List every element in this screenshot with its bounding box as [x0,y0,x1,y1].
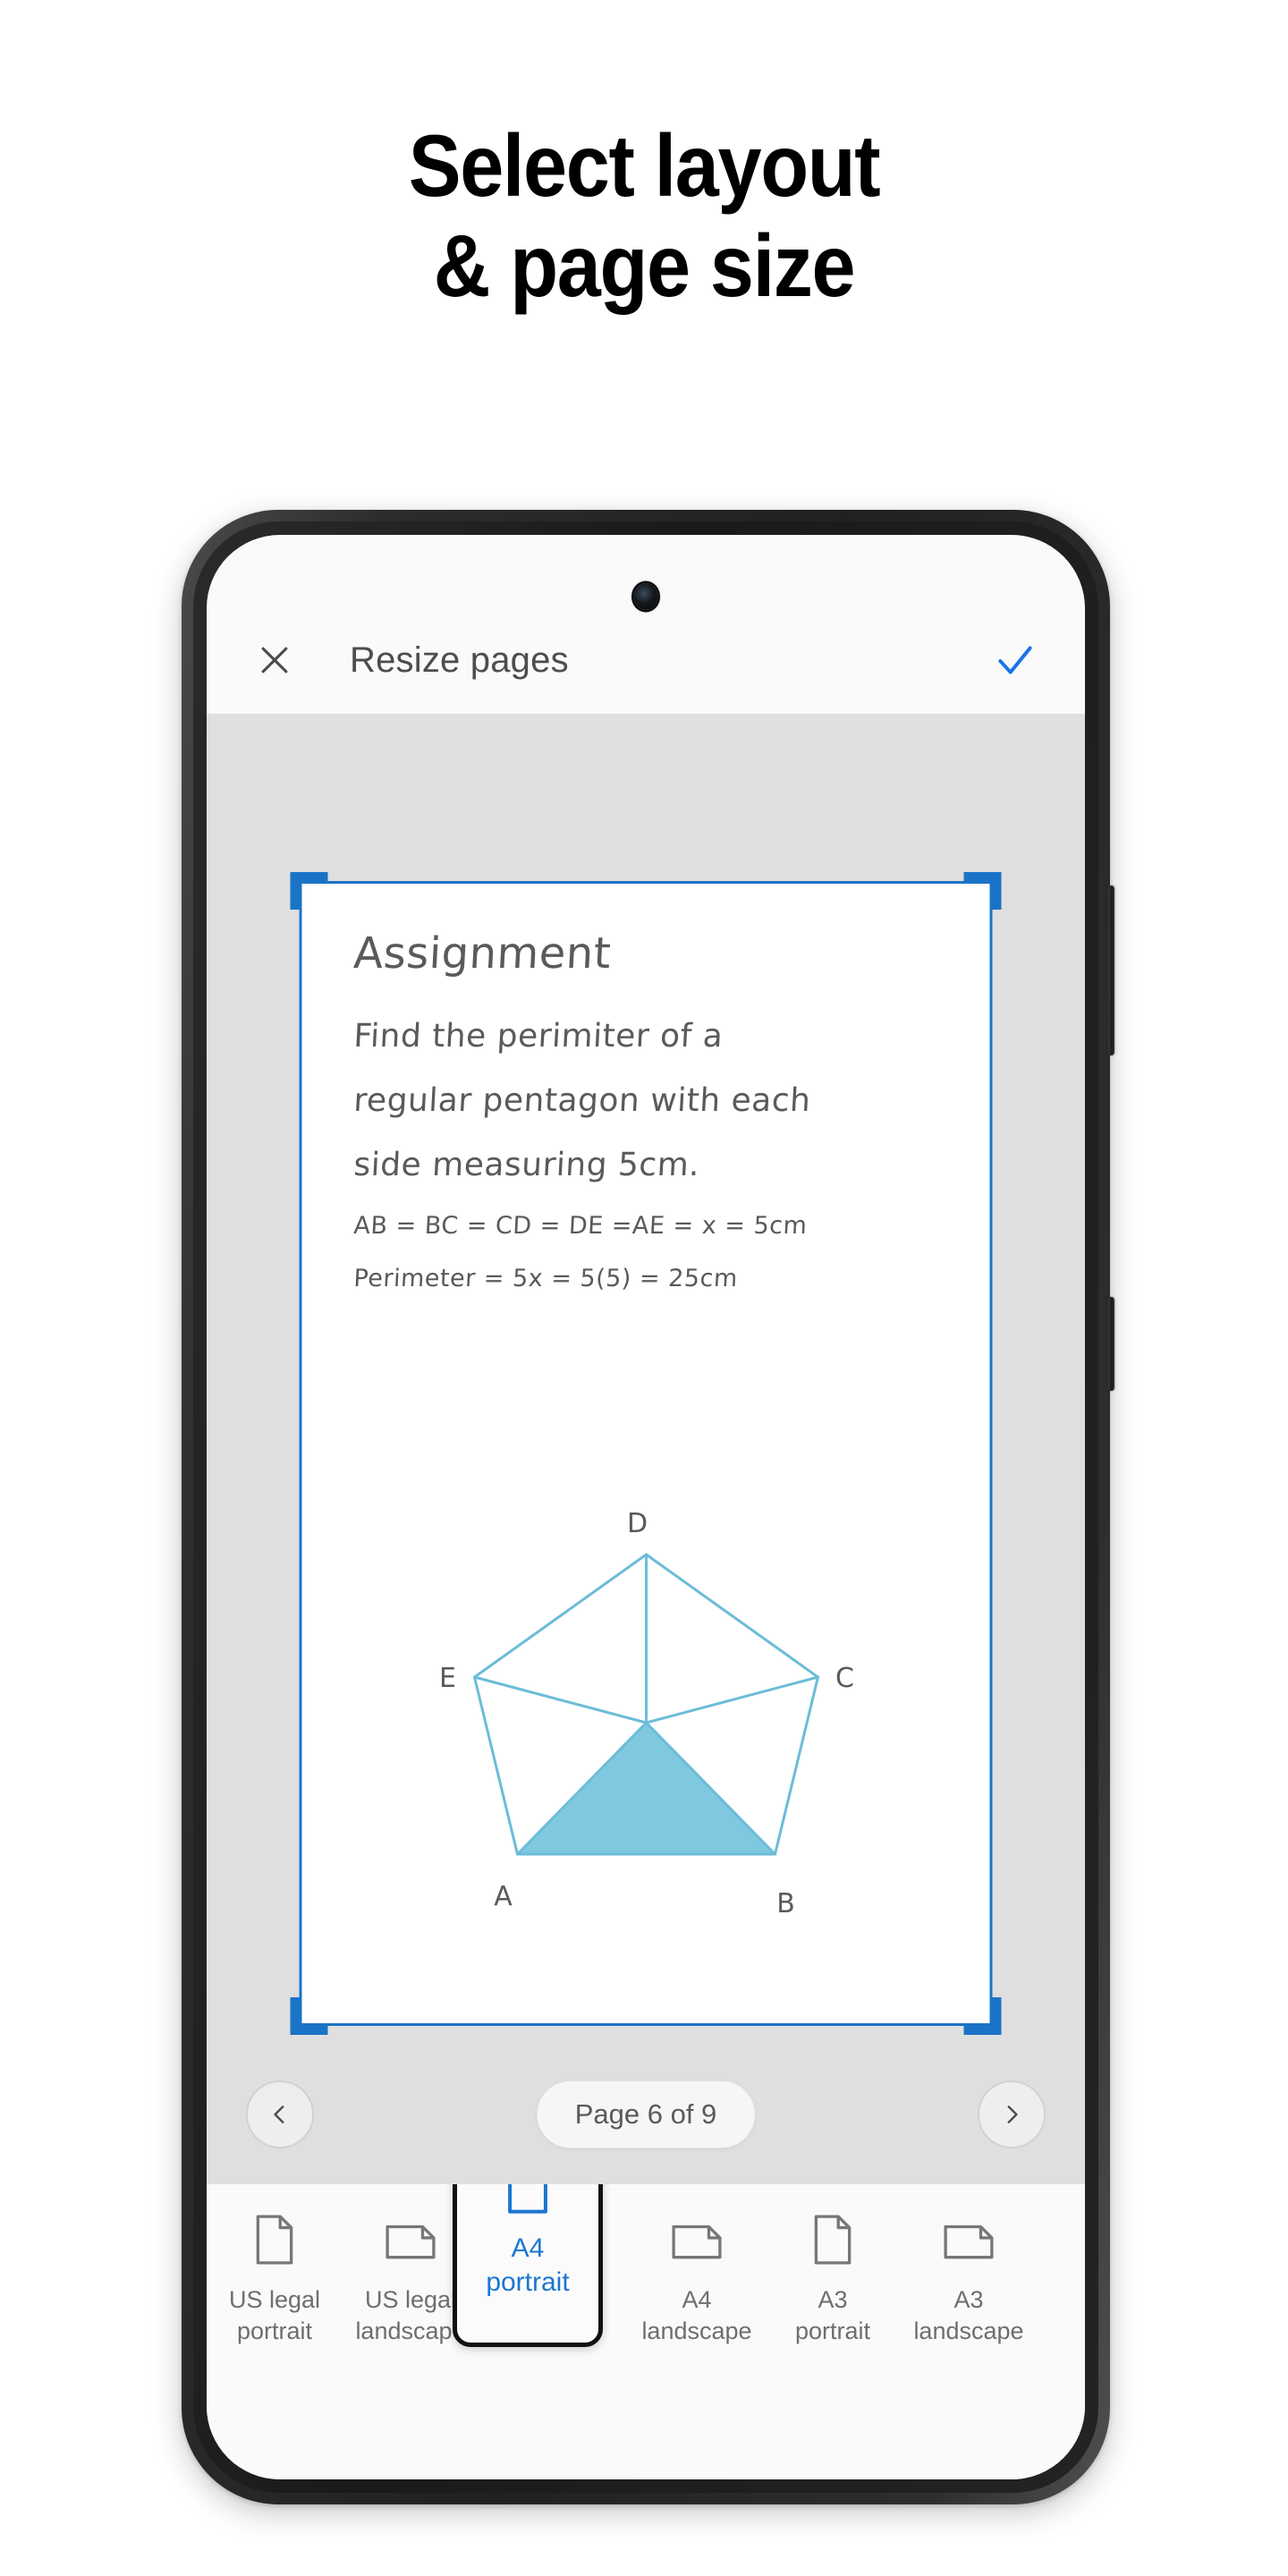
page-title: Select layout & page size [64,116,1224,316]
chevron-right-icon[interactable] [978,2080,1046,2148]
format-selector-bar[interactable]: US legal portrait US legal landscape A4 … [207,2184,1085,2479]
pentagon-figure: D E C A B [431,1501,860,1930]
document-content: Assignment Find the perimiter of a regul… [352,928,947,1319]
document-equation: AB = BC = CD = DE =AE = x = 5cm [352,1211,809,1240]
power-button[interactable] [1108,1297,1114,1391]
check-icon[interactable] [988,633,1042,687]
document-landscape-icon [943,2207,995,2272]
vertex-label-e: E [439,1663,456,1694]
format-option-label: A3 portrait [794,2286,871,2344]
crop-handle-top-left[interactable] [290,872,328,910]
format-option-label: A4 landscape [641,2286,752,2344]
document-equation: Perimeter = 5x = 5(5) = 25cm [352,1264,739,1292]
document-paragraph-line: Find the perimiter of a [352,1017,724,1055]
volume-rocker-button[interactable] [1108,886,1114,1055]
vertex-label-c: C [835,1663,854,1694]
app-toolbar: Resize pages [207,606,1085,714]
page-preview-canvas: Assignment Find the perimiter of a regul… [207,714,1085,2184]
phone-screen: Resize pages Assignment Find the perimit… [207,535,1085,2479]
document-portrait-icon [505,2184,550,2219]
vertex-label-a: A [494,1881,513,1912]
vertex-label-d: D [626,1508,647,1539]
crop-handle-bottom-left[interactable] [290,1997,328,2035]
page-sheet: Assignment Find the perimiter of a regul… [299,881,993,2026]
format-option-label: US legal portrait [228,2286,321,2344]
document-portrait-icon [254,2207,295,2272]
page-title-line-1: Select layout [408,116,881,215]
format-option-a4-landscape[interactable]: A4 landscape [629,2207,765,2346]
document-landscape-icon [385,2207,436,2272]
document-portrait-icon [1084,2207,1085,2272]
vertex-label-b: B [776,1888,795,1919]
crop-handle-bottom-right[interactable] [963,1997,1002,2035]
format-option-label: A4 portrait [486,2233,570,2298]
format-option-overflow[interactable] [1037,2207,1085,2284]
page-indicator[interactable]: Page 6 of 9 [536,2080,756,2148]
format-option-us-legal-portrait[interactable]: US legal portrait [207,2207,343,2346]
format-option-label: A3 landscape [913,2286,1024,2344]
page-crop-frame[interactable]: Assignment Find the perimiter of a regul… [290,872,1002,2035]
document-heading: Assignment [352,928,613,979]
crop-handle-top-right[interactable] [963,872,1002,910]
toolbar-title: Resize pages [350,640,569,680]
promo-screenshot: Select layout & page size Resize pages A… [0,0,1288,2576]
chevron-left-icon[interactable] [246,2080,314,2148]
format-option-a3-landscape[interactable]: A3 landscape [901,2207,1037,2346]
document-portrait-icon [812,2207,853,2272]
format-option-a4-portrait-selected[interactable]: A4 portrait [453,2184,603,2347]
document-landscape-icon [671,2207,723,2272]
close-icon[interactable] [250,635,300,685]
phone-mockup: Resize pages Assignment Find the perimit… [182,510,1114,2504]
document-paragraph-line: side measuring 5cm. [352,1146,701,1183]
document-paragraph-line: regular pentagon with each [352,1081,812,1119]
page-title-line-2: & page size [433,216,856,315]
front-camera-icon [633,583,658,610]
format-option-label: US legal landscape [355,2286,466,2344]
page-navigation: Page 6 of 9 [207,2068,1085,2184]
format-option-a3-portrait[interactable]: A3 portrait [765,2207,901,2346]
